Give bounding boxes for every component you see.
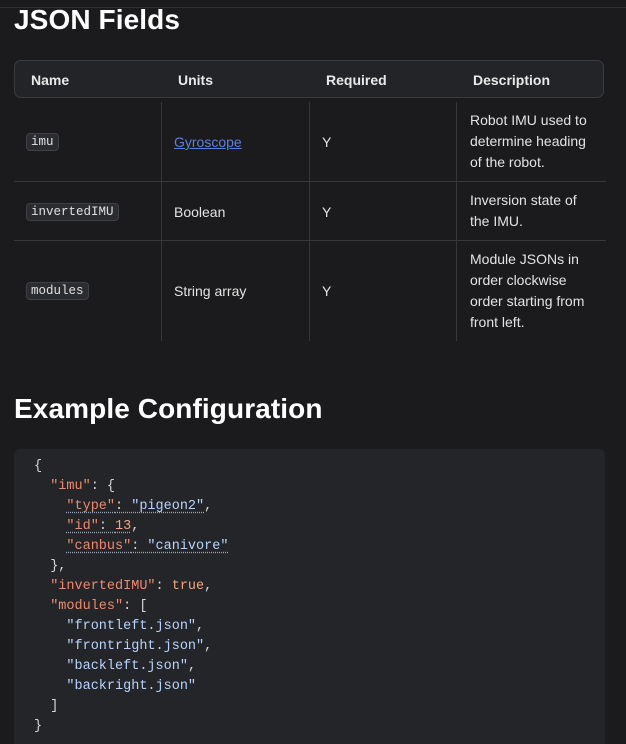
table-row-invertedimu-name: invertedIMU bbox=[26, 182, 119, 241]
column-divider bbox=[456, 102, 457, 341]
field-name-code: modules bbox=[26, 282, 89, 300]
code-block[interactable]: { "imu": { "type": "pigeon2", "id": 13, … bbox=[14, 449, 605, 744]
json-code: { "imu": { "type": "pigeon2", "id": 13, … bbox=[34, 459, 229, 734]
code-string: "canivore" bbox=[147, 539, 229, 554]
column-header-name: Name bbox=[31, 72, 70, 88]
code-key: "invertedIMU" bbox=[50, 579, 156, 594]
code-key: "canbus" bbox=[66, 539, 132, 554]
table-row-invertedimu-required: Y bbox=[322, 203, 332, 220]
field-name-code: invertedIMU bbox=[26, 202, 119, 221]
table-row-modules-description: Module JSONs in order clockwise order st… bbox=[470, 249, 600, 333]
code-key: "imu" bbox=[50, 479, 91, 494]
table-row-invertedimu-units: Boolean bbox=[174, 203, 226, 220]
column-header-description: Description bbox=[473, 72, 551, 88]
description-line: determine heading bbox=[470, 133, 586, 149]
description-line: Inversion state of bbox=[470, 192, 577, 208]
fields-table-header: Name Units Required Description bbox=[14, 60, 604, 98]
table-row-imu-required: Y bbox=[322, 134, 332, 150]
description-line: order clockwise bbox=[470, 272, 567, 288]
code-key: "type" bbox=[66, 499, 116, 514]
column-header-required: Required bbox=[326, 72, 387, 88]
example-configuration-heading: Example Configuration bbox=[14, 393, 323, 424]
column-divider bbox=[161, 102, 162, 341]
code-string: "frontleft.json" bbox=[66, 619, 197, 634]
json-fields-heading: JSON Fields bbox=[14, 4, 181, 35]
description-line: Module JSONs in bbox=[470, 251, 579, 267]
description-line: order starting from bbox=[470, 293, 585, 309]
field-name-code: imu bbox=[26, 133, 59, 151]
code-string: "frontright.json" bbox=[66, 639, 205, 654]
code-key: "modules" bbox=[50, 599, 124, 614]
code-key: "id" bbox=[66, 519, 99, 534]
table-row-imu-units: Gyroscope bbox=[174, 102, 242, 182]
table-row-modules-units: String array bbox=[174, 283, 247, 299]
table-row-modules-required: Y bbox=[322, 283, 332, 299]
code-number: 13 bbox=[115, 519, 132, 534]
description-line: the IMU. bbox=[470, 213, 523, 229]
table-row-imu-description: Robot IMU used to determine heading of t… bbox=[470, 110, 600, 173]
code-string: "backleft.json" bbox=[66, 659, 188, 674]
table-row-imu-name: imu bbox=[26, 102, 59, 182]
description-line: front left. bbox=[470, 314, 525, 330]
description-line: of the robot. bbox=[470, 154, 545, 170]
code-string: "backright.json" bbox=[66, 679, 197, 694]
table-row-invertedimu-description: Inversion state of the IMU. bbox=[470, 190, 600, 232]
column-header-units: Units bbox=[178, 72, 213, 88]
description-line: Robot IMU used to bbox=[470, 112, 587, 128]
docs-page: JSON Fields Name Units Required Descript… bbox=[0, 0, 626, 744]
column-divider bbox=[309, 102, 310, 341]
table-row-modules-name: modules bbox=[26, 241, 89, 341]
code-string: "pigeon2" bbox=[131, 499, 205, 514]
code-boolean: true bbox=[171, 579, 205, 594]
gyroscope-link[interactable]: Gyroscope bbox=[174, 134, 242, 150]
